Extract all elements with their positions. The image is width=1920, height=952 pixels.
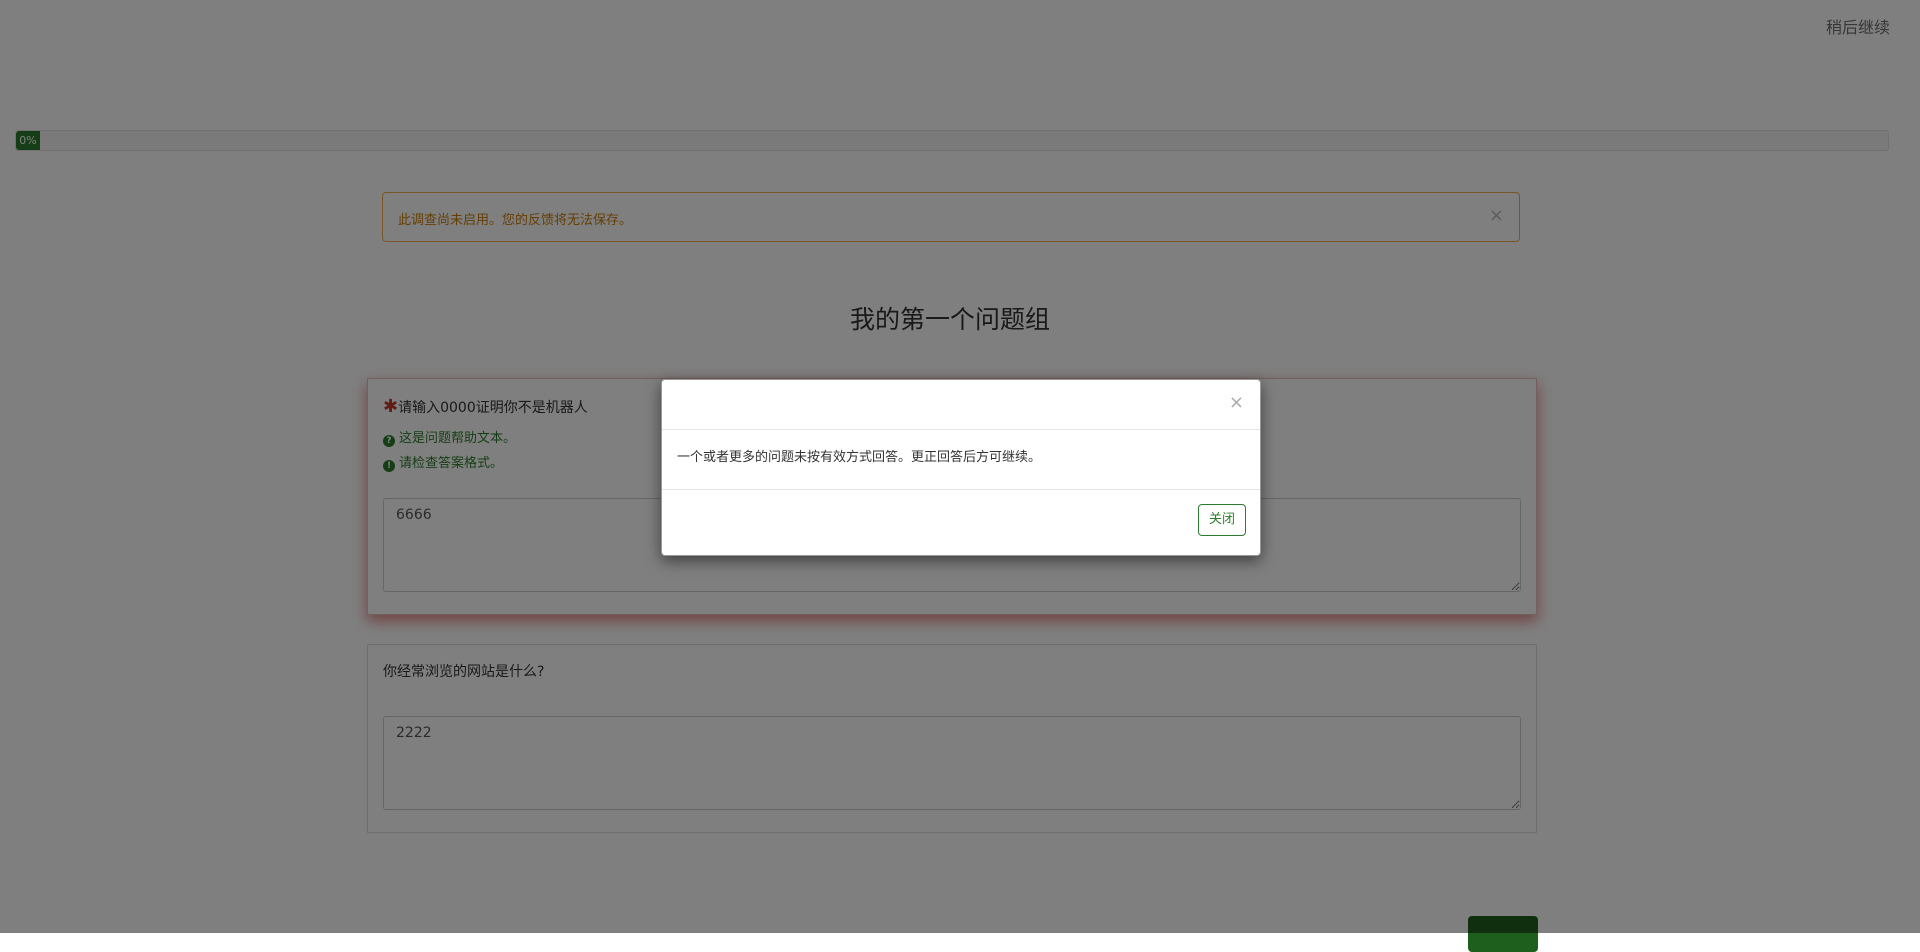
modal-header: × [662, 380, 1260, 430]
modal-footer: 关闭 [662, 489, 1260, 555]
modal-message: 一个或者更多的问题未按有效方式回答。更正回答后方可继续。 [677, 450, 1042, 465]
modal-close-button[interactable]: 关闭 [1197, 504, 1246, 536]
modal-close-icon[interactable]: × [1229, 392, 1244, 413]
validation-modal: × 一个或者更多的问题未按有效方式回答。更正回答后方可继续。 关闭 [661, 379, 1261, 556]
